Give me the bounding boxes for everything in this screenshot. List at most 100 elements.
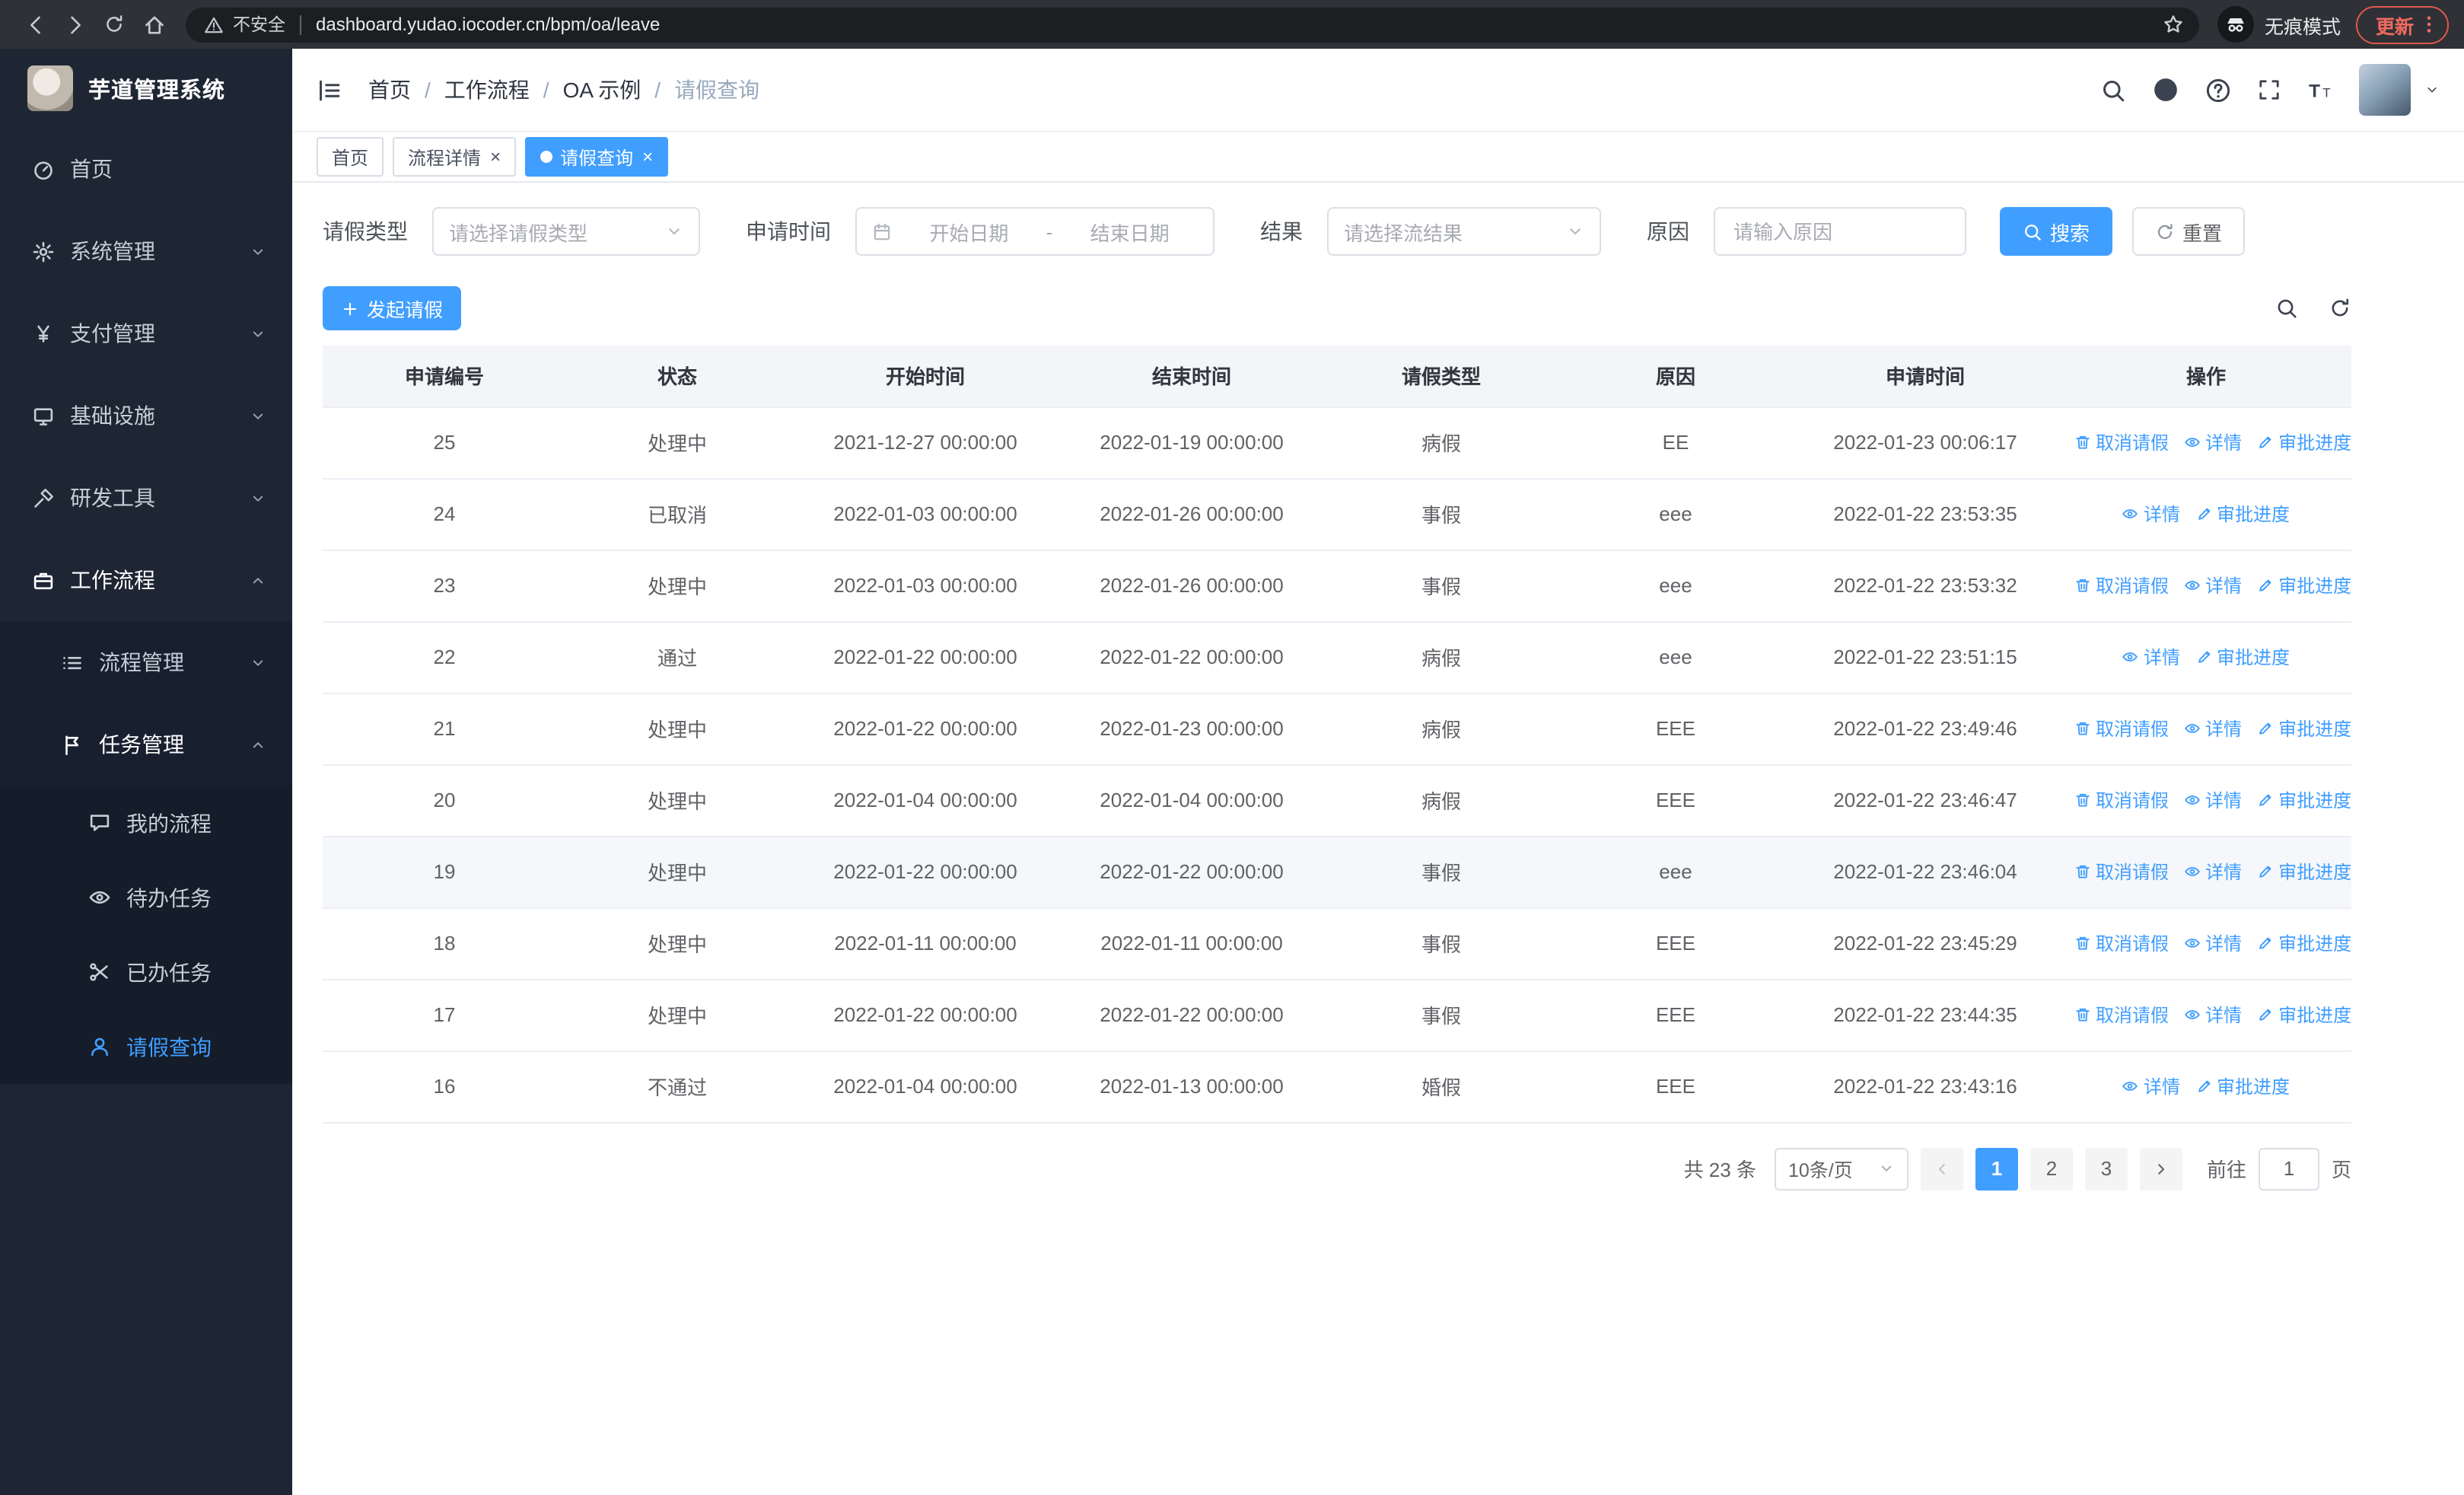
tab-process-detail[interactable]: 流程详情 × — [393, 137, 517, 177]
approval-progress-link[interactable]: 审批进度 — [2257, 572, 2351, 598]
screen: 不安全 dashboard.yudao.iocoder.cn/bpm/oa/le… — [0, 0, 2464, 1495]
sidebar-item-devtools[interactable]: 研发工具 — [0, 457, 292, 539]
sidebar-item-system[interactable]: 系统管理 — [0, 210, 292, 292]
cell-start-time: 2022-01-22 00:00:00 — [788, 693, 1062, 765]
cancel-leave-link[interactable]: 取消请假 — [2074, 930, 2169, 956]
page-size-value: 10条/页 — [1788, 1160, 1853, 1181]
font-size-icon[interactable]: TT — [2307, 77, 2333, 103]
sidebar-item-leave-query[interactable]: 请假查询 — [0, 1009, 292, 1084]
breadcrumb-item: 请假查询 — [674, 78, 760, 102]
search-icon[interactable] — [2100, 77, 2126, 103]
detail-link[interactable]: 详情 — [2122, 644, 2180, 670]
detail-link[interactable]: 详情 — [2184, 930, 2242, 956]
cell-start-time: 2022-01-04 00:00:00 — [788, 764, 1062, 837]
sidebar-item-process-mgmt[interactable]: 流程管理 — [0, 621, 292, 703]
address-bar[interactable]: 不安全 dashboard.yudao.iocoder.cn/bpm/oa/le… — [186, 7, 2199, 42]
cell-actions: 取消请假 详情 审批进度 — [2061, 693, 2351, 765]
cancel-leave-link[interactable]: 取消请假 — [2074, 716, 2169, 741]
approval-progress-link[interactable]: 审批进度 — [2257, 716, 2351, 741]
table-row: 18 处理中 2022-01-11 00:00:00 2022-01-11 00:00… — [323, 907, 2351, 980]
table-row: 23 处理中 2022-01-03 00:00:00 2022-01-26 00:00… — [323, 550, 2351, 622]
back-button[interactable] — [15, 5, 55, 44]
refresh-table-icon[interactable] — [2329, 297, 2351, 320]
sidebar-item-home[interactable]: 首页 — [0, 128, 292, 210]
security-label[interactable]: 不安全 — [233, 12, 285, 37]
sidebar-item-my-process[interactable]: 我的流程 — [0, 786, 292, 860]
search-button[interactable]: 搜索 — [2000, 207, 2113, 256]
list-icon — [61, 651, 84, 674]
approval-progress-link[interactable]: 审批进度 — [2195, 644, 2290, 670]
cancel-leave-link[interactable]: 取消请假 — [2074, 1002, 2169, 1028]
detail-link[interactable]: 详情 — [2184, 716, 2242, 741]
cell-end-time: 2022-01-26 00:00:00 — [1062, 478, 1321, 550]
menu-dots-icon[interactable] — [2418, 14, 2440, 35]
sidebar-item-workflow[interactable]: 工作流程 — [0, 539, 292, 621]
sidebar-item-payment[interactable]: 支付管理 — [0, 292, 292, 375]
sidebar-item-done-task[interactable]: 已办任务 — [0, 935, 292, 1009]
tab-home[interactable]: 首页 — [317, 137, 384, 177]
cell-status: 处理中 — [566, 979, 788, 1051]
forward-button[interactable] — [55, 5, 94, 44]
cell-end-time: 2022-01-11 00:00:00 — [1062, 907, 1321, 980]
cancel-leave-link[interactable]: 取消请假 — [2074, 859, 2169, 885]
page-size-select[interactable]: 10条/页 — [1774, 1147, 1908, 1190]
page-button-3[interactable]: 3 — [2084, 1147, 2128, 1190]
fullscreen-icon[interactable] — [2257, 78, 2281, 102]
cancel-leave-link[interactable]: 取消请假 — [2074, 572, 2169, 598]
help-icon[interactable] — [2205, 77, 2231, 103]
cancel-leave-link[interactable]: 取消请假 — [2074, 787, 2169, 813]
cell-actions: 取消请假 详情 审批进度 — [2061, 907, 2351, 980]
detail-link[interactable]: 详情 — [2184, 1002, 2242, 1028]
detail-link[interactable]: 详情 — [2122, 501, 2180, 527]
approval-progress-link[interactable]: 审批进度 — [2195, 501, 2290, 527]
breadcrumb-item[interactable]: 工作流程 — [444, 75, 530, 105]
approval-progress-link[interactable]: 审批进度 — [2257, 930, 2351, 956]
next-page-button[interactable] — [2139, 1147, 2182, 1190]
sidebar-item-task-mgmt[interactable]: 任务管理 — [0, 703, 292, 786]
create-leave-button[interactable]: 发起请假 — [323, 286, 462, 330]
avatar[interactable] — [2359, 64, 2411, 116]
goto-page-input[interactable] — [2258, 1147, 2319, 1190]
page-button-2[interactable]: 2 — [2029, 1147, 2073, 1190]
detail-link[interactable]: 详情 — [2184, 572, 2242, 598]
approval-progress-link[interactable]: 审批进度 — [2257, 787, 2351, 813]
reset-button[interactable]: 重置 — [2132, 207, 2246, 256]
end-date-placeholder: 结束日期 — [1090, 222, 1170, 244]
reload-button[interactable] — [94, 5, 134, 44]
table-toolbar: 发起请假 — [323, 286, 2351, 330]
bookmark-star-icon[interactable] — [2157, 8, 2190, 41]
reason-input[interactable] — [1714, 207, 1966, 256]
approval-progress-link[interactable]: 审批进度 — [2257, 1002, 2351, 1028]
breadcrumb-item[interactable]: 首页 — [368, 75, 411, 105]
approval-progress-link[interactable]: 审批进度 — [2257, 859, 2351, 885]
toggle-search-icon[interactable] — [2275, 297, 2298, 320]
update-button[interactable]: 更新 — [2355, 5, 2449, 43]
leave-type-select[interactable]: 请选择请假类型 — [432, 207, 700, 256]
sidebar-item-infra[interactable]: 基础设施 — [0, 375, 292, 457]
close-icon[interactable]: × — [642, 148, 653, 166]
close-icon[interactable]: × — [490, 148, 501, 166]
cancel-leave-link[interactable]: 取消请假 — [2074, 429, 2169, 455]
cell-apply-time: 2022-01-22 23:51:15 — [1790, 621, 2061, 693]
url-text[interactable]: dashboard.yudao.iocoder.cn/bpm/oa/leave — [316, 14, 2157, 35]
detail-link[interactable]: 详情 — [2184, 787, 2242, 813]
update-label: 更新 — [2375, 16, 2414, 37]
prev-page-button[interactable] — [1920, 1147, 1963, 1190]
detail-link[interactable]: 详情 — [2184, 859, 2242, 885]
sidebar-collapse-button[interactable] — [317, 77, 342, 103]
approval-progress-link[interactable]: 审批进度 — [2195, 1073, 2290, 1099]
sidebar-item-label: 首页 — [70, 157, 113, 181]
tab-leave-query[interactable]: 请假查询 × — [525, 137, 669, 177]
detail-link[interactable]: 详情 — [2122, 1073, 2180, 1099]
detail-link[interactable]: 详情 — [2184, 429, 2242, 455]
sidebar-item-todo-task[interactable]: 待办任务 — [0, 860, 292, 935]
home-button[interactable] — [134, 5, 173, 44]
breadcrumb-item[interactable]: OA 示例 — [563, 75, 641, 105]
approval-progress-link[interactable]: 审批进度 — [2257, 429, 2351, 455]
github-icon[interactable] — [2152, 76, 2179, 104]
result-select[interactable]: 请选择流结果 — [1327, 207, 1601, 256]
page-button-1[interactable]: 1 — [1975, 1147, 2018, 1190]
apply-time-range-picker[interactable]: 开始日期 - 结束日期 — [855, 207, 1214, 256]
active-tab-dot — [540, 151, 553, 163]
chevron-down-icon[interactable] — [2424, 82, 2440, 97]
